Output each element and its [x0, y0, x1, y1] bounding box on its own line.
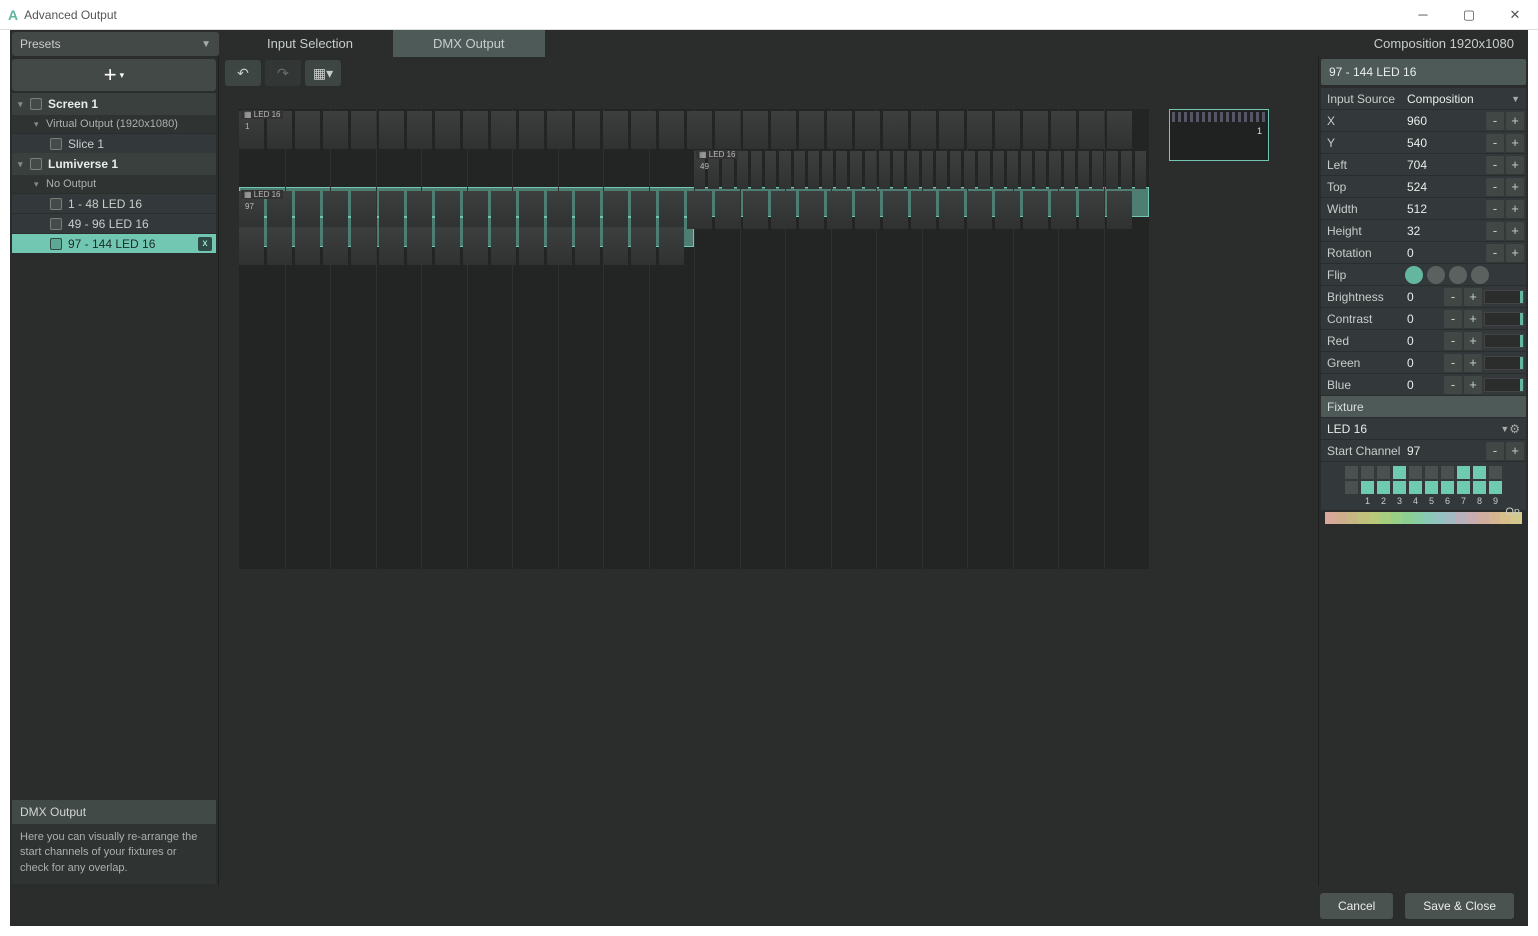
decrement-button[interactable]: -: [1486, 156, 1504, 174]
preview-number: 1: [1257, 126, 1262, 136]
decrement-button[interactable]: -: [1486, 244, 1504, 262]
slider[interactable]: [1484, 334, 1524, 348]
slider[interactable]: [1484, 290, 1524, 304]
increment-button[interactable]: +: [1506, 222, 1524, 240]
increment-button[interactable]: +: [1464, 354, 1482, 372]
prop-blue[interactable]: Blue0-+: [1321, 373, 1526, 395]
grid-button[interactable]: ▦▾: [305, 60, 341, 86]
chevron-down-icon: ▼: [1511, 94, 1520, 104]
canvas-preview[interactable]: 1: [1169, 109, 1269, 161]
undo-button[interactable]: ↶: [225, 60, 261, 86]
slider[interactable]: [1484, 356, 1524, 370]
prop-input-source[interactable]: Input Source Composition ▼: [1321, 87, 1526, 109]
prop-start-channel[interactable]: Start Channel97-+: [1321, 439, 1526, 461]
info-text: Here you can visually re-arrange the sta…: [20, 830, 208, 876]
decrement-button[interactable]: -: [1444, 310, 1462, 328]
increment-button[interactable]: +: [1506, 112, 1524, 130]
increment-button[interactable]: +: [1506, 156, 1524, 174]
redo-button[interactable]: ↷: [265, 60, 301, 86]
prop-flip: Flip: [1321, 263, 1526, 285]
increment-button[interactable]: +: [1464, 310, 1482, 328]
channel-matrix[interactable]: 123456789On: [1321, 461, 1526, 510]
dmx-canvas[interactable]: ▦ LED 161▦ LED 1649▦ LED 1697: [239, 109, 1149, 569]
flip-v-button[interactable]: [1427, 266, 1445, 284]
cancel-button[interactable]: Cancel: [1320, 893, 1393, 919]
decrement-button[interactable]: -: [1444, 376, 1462, 394]
decrement-button[interactable]: -: [1486, 442, 1504, 460]
decrement-button[interactable]: -: [1486, 178, 1504, 196]
increment-button[interactable]: +: [1464, 332, 1482, 350]
app-logo-icon: A: [8, 7, 18, 23]
increment-button[interactable]: +: [1464, 288, 1482, 306]
prop-x[interactable]: X960-+: [1321, 109, 1526, 131]
tree-slice[interactable]: Slice 1: [12, 133, 216, 153]
prop-left[interactable]: Left704-+: [1321, 153, 1526, 175]
decrement-button[interactable]: -: [1486, 200, 1504, 218]
prop-brightness[interactable]: Brightness0-+: [1321, 285, 1526, 307]
tree-led-b[interactable]: 49 - 96 LED 16: [12, 213, 216, 233]
increment-button[interactable]: +: [1506, 178, 1524, 196]
window-close-button[interactable]: ✕: [1492, 0, 1538, 30]
presets-label: Presets: [20, 37, 61, 51]
canvas-toolbar: ↶ ↷ ▦▾: [219, 57, 1318, 89]
flip-h-button[interactable]: [1405, 266, 1423, 284]
composition-label: Composition 1920x1080: [1374, 30, 1514, 57]
tree-screen-header[interactable]: ▾Screen 1: [12, 93, 216, 115]
tab-input-selection[interactable]: Input Selection: [227, 30, 393, 57]
fixture-header: Fixture: [1321, 395, 1526, 417]
tab-dmx-output[interactable]: DMX Output: [393, 30, 545, 57]
plus-icon: +: [104, 64, 117, 86]
tree-led-a[interactable]: 1 - 48 LED 16: [12, 193, 216, 213]
increment-button[interactable]: +: [1506, 442, 1524, 460]
prop-rotation[interactable]: Rotation0-+: [1321, 241, 1526, 263]
prop-top[interactable]: Top524-+: [1321, 175, 1526, 197]
window-titlebar: A Advanced Output ─ ▢ ✕: [0, 0, 1538, 30]
decrement-button[interactable]: -: [1486, 134, 1504, 152]
decrement-button[interactable]: -: [1444, 332, 1462, 350]
slider[interactable]: [1484, 312, 1524, 326]
slider[interactable]: [1484, 378, 1524, 392]
increment-button[interactable]: +: [1506, 134, 1524, 152]
color-palette[interactable]: [1325, 512, 1522, 524]
tree-screen-sub[interactable]: ▾Virtual Output (1920x1080): [12, 115, 216, 133]
tree-led-c[interactable]: 97 - 144 LED 16x: [12, 233, 216, 253]
increment-button[interactable]: +: [1506, 244, 1524, 262]
increment-button[interactable]: +: [1506, 200, 1524, 218]
presets-dropdown[interactable]: Presets ▼: [12, 32, 219, 56]
prop-red[interactable]: Red0-+: [1321, 329, 1526, 351]
flip-d2-button[interactable]: [1471, 266, 1489, 284]
flip-d1-button[interactable]: [1449, 266, 1467, 284]
prop-y[interactable]: Y540-+: [1321, 131, 1526, 153]
decrement-button[interactable]: -: [1486, 112, 1504, 130]
decrement-button[interactable]: -: [1444, 354, 1462, 372]
window-maximize-button[interactable]: ▢: [1446, 0, 1492, 30]
prop-height[interactable]: Height32-+: [1321, 219, 1526, 241]
prop-width[interactable]: Width512-+: [1321, 197, 1526, 219]
window-title: Advanced Output: [24, 8, 117, 22]
close-icon[interactable]: x: [198, 237, 212, 251]
window-minimize-button[interactable]: ─: [1400, 0, 1446, 30]
decrement-button[interactable]: -: [1444, 288, 1462, 306]
top-bar: Presets ▼ Input Selection DMX Output Com…: [10, 30, 1528, 57]
properties-title: 97 - 144 LED 16: [1321, 59, 1526, 85]
fixture-type-dropdown[interactable]: LED 16▼⚙: [1321, 417, 1526, 439]
add-button[interactable]: + ▾: [12, 59, 216, 91]
chevron-down-icon: ▼: [201, 39, 211, 50]
tree-lumiverse-sub[interactable]: ▾No Output: [12, 175, 216, 193]
prop-green[interactable]: Green0-+: [1321, 351, 1526, 373]
save-close-button[interactable]: Save & Close: [1405, 893, 1514, 919]
fixture-tree: ▾Screen 1 ▾Virtual Output (1920x1080) Sl…: [12, 93, 216, 796]
chevron-down-icon: ▾: [120, 70, 125, 81]
increment-button[interactable]: +: [1464, 376, 1482, 394]
prop-contrast[interactable]: Contrast0-+: [1321, 307, 1526, 329]
dialog-footer: Cancel Save & Close: [10, 886, 1528, 926]
info-title: DMX Output: [12, 800, 216, 824]
tree-lumiverse-header[interactable]: ▾Lumiverse 1: [12, 153, 216, 175]
info-panel: DMX Output Here you can visually re-arra…: [12, 800, 216, 884]
gear-icon[interactable]: ⚙: [1509, 422, 1520, 436]
decrement-button[interactable]: -: [1486, 222, 1504, 240]
properties-panel: Input Source Composition ▼ X960-+Y540-+L…: [1321, 87, 1526, 886]
